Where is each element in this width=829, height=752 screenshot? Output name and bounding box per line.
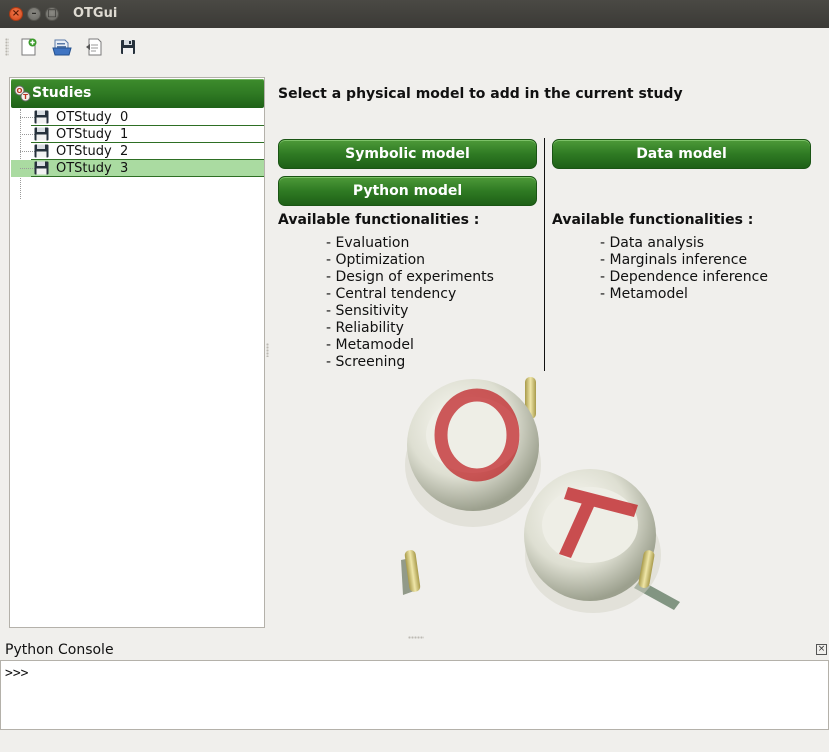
tree-connector (20, 168, 35, 169)
svg-text:T: T (23, 93, 28, 101)
maximize-icon: □ (47, 8, 57, 19)
list-item: - Metamodel (600, 286, 688, 302)
page-heading: Select a physical model to add in the cu… (278, 86, 683, 102)
right-functionalities-list: - Data analysis - Marginals inference - … (600, 235, 768, 303)
tree-item-label: OTStudy 0 (56, 110, 129, 125)
tree-item-otstudy-2[interactable]: OTStudy 2 (11, 143, 264, 160)
open-study-button[interactable] (52, 37, 72, 57)
window-title: OTGui (73, 6, 118, 21)
column-divider (544, 138, 545, 371)
close-icon: × (11, 8, 21, 19)
tree-item-label: OTStudy 2 (56, 144, 129, 159)
console-prompt: >>> (5, 666, 29, 681)
study-floppy-icon (34, 127, 49, 141)
list-item: - Dependence inference (600, 269, 768, 285)
study-floppy-icon (34, 161, 49, 175)
list-item: - Sensitivity (326, 303, 409, 319)
list-item: - Evaluation (326, 235, 410, 251)
list-item: - Screening (326, 354, 406, 370)
tree-connector (20, 134, 35, 135)
window-minimize-button[interactable]: – (27, 7, 41, 21)
list-item: - Reliability (326, 320, 404, 336)
data-model-button[interactable]: Data model (552, 139, 811, 169)
tree-item-otstudy-3[interactable]: OTStudy 3 (11, 160, 264, 177)
toolbar-grip[interactable] (5, 38, 9, 56)
status-bar (0, 731, 829, 752)
list-item: - Metamodel (326, 337, 414, 353)
save-study-icon (121, 40, 135, 54)
python-console-title: Python Console (5, 642, 114, 658)
right-functionalities-title: Available functionalities : (552, 212, 754, 228)
studies-icon: O T (14, 85, 31, 102)
list-item: - Data analysis (600, 235, 705, 251)
tree-row-underline (31, 176, 264, 177)
list-item: - Design of experiments (326, 269, 494, 285)
save-study-button[interactable] (118, 37, 138, 57)
list-item: - Central tendency (326, 286, 457, 302)
symbolic-model-button[interactable]: Symbolic model (278, 139, 537, 169)
python-model-button[interactable]: Python model (278, 176, 537, 206)
new-study-icon (21, 38, 37, 56)
window-close-button[interactable]: × (9, 7, 23, 21)
tree-item-otstudy-1[interactable]: OTStudy 1 (11, 126, 264, 143)
import-script-button[interactable] (85, 37, 105, 57)
horizontal-splitter-handle[interactable] (408, 636, 424, 639)
ot-logo (401, 377, 680, 613)
title-bar: × – □ OTGui (0, 0, 829, 28)
left-functionalities-title: Available functionalities : (278, 212, 480, 228)
tree-item-label: OTStudy 1 (56, 127, 129, 142)
studies-tree-header[interactable]: O T Studies (11, 79, 264, 108)
vertical-splitter-handle[interactable] (266, 343, 269, 357)
studies-tree-panel: O T Studies OTStudy 0 OTStudy 1 OTStudy … (9, 77, 265, 628)
toolbar (0, 28, 829, 66)
studies-header-label: Studies (32, 85, 92, 101)
open-study-icon (52, 39, 72, 56)
study-floppy-icon (34, 110, 49, 124)
list-item: - Optimization (326, 252, 426, 268)
window-maximize-button[interactable]: □ (45, 7, 59, 21)
tree-item-otstudy-0[interactable]: OTStudy 0 (11, 109, 264, 126)
new-study-button[interactable] (19, 37, 39, 57)
study-floppy-icon (34, 144, 49, 158)
left-functionalities-list: - Evaluation - Optimization - Design of … (326, 235, 494, 371)
list-item: - Marginals inference (600, 252, 748, 268)
import-script-icon (86, 38, 102, 56)
tree-connector (20, 151, 35, 152)
tree-item-label: OTStudy 3 (56, 161, 129, 176)
tree-connector (20, 117, 35, 118)
console-close-button[interactable]: × (816, 644, 827, 655)
python-console-input[interactable]: >>> (0, 660, 829, 730)
minimize-icon: – (31, 8, 37, 19)
